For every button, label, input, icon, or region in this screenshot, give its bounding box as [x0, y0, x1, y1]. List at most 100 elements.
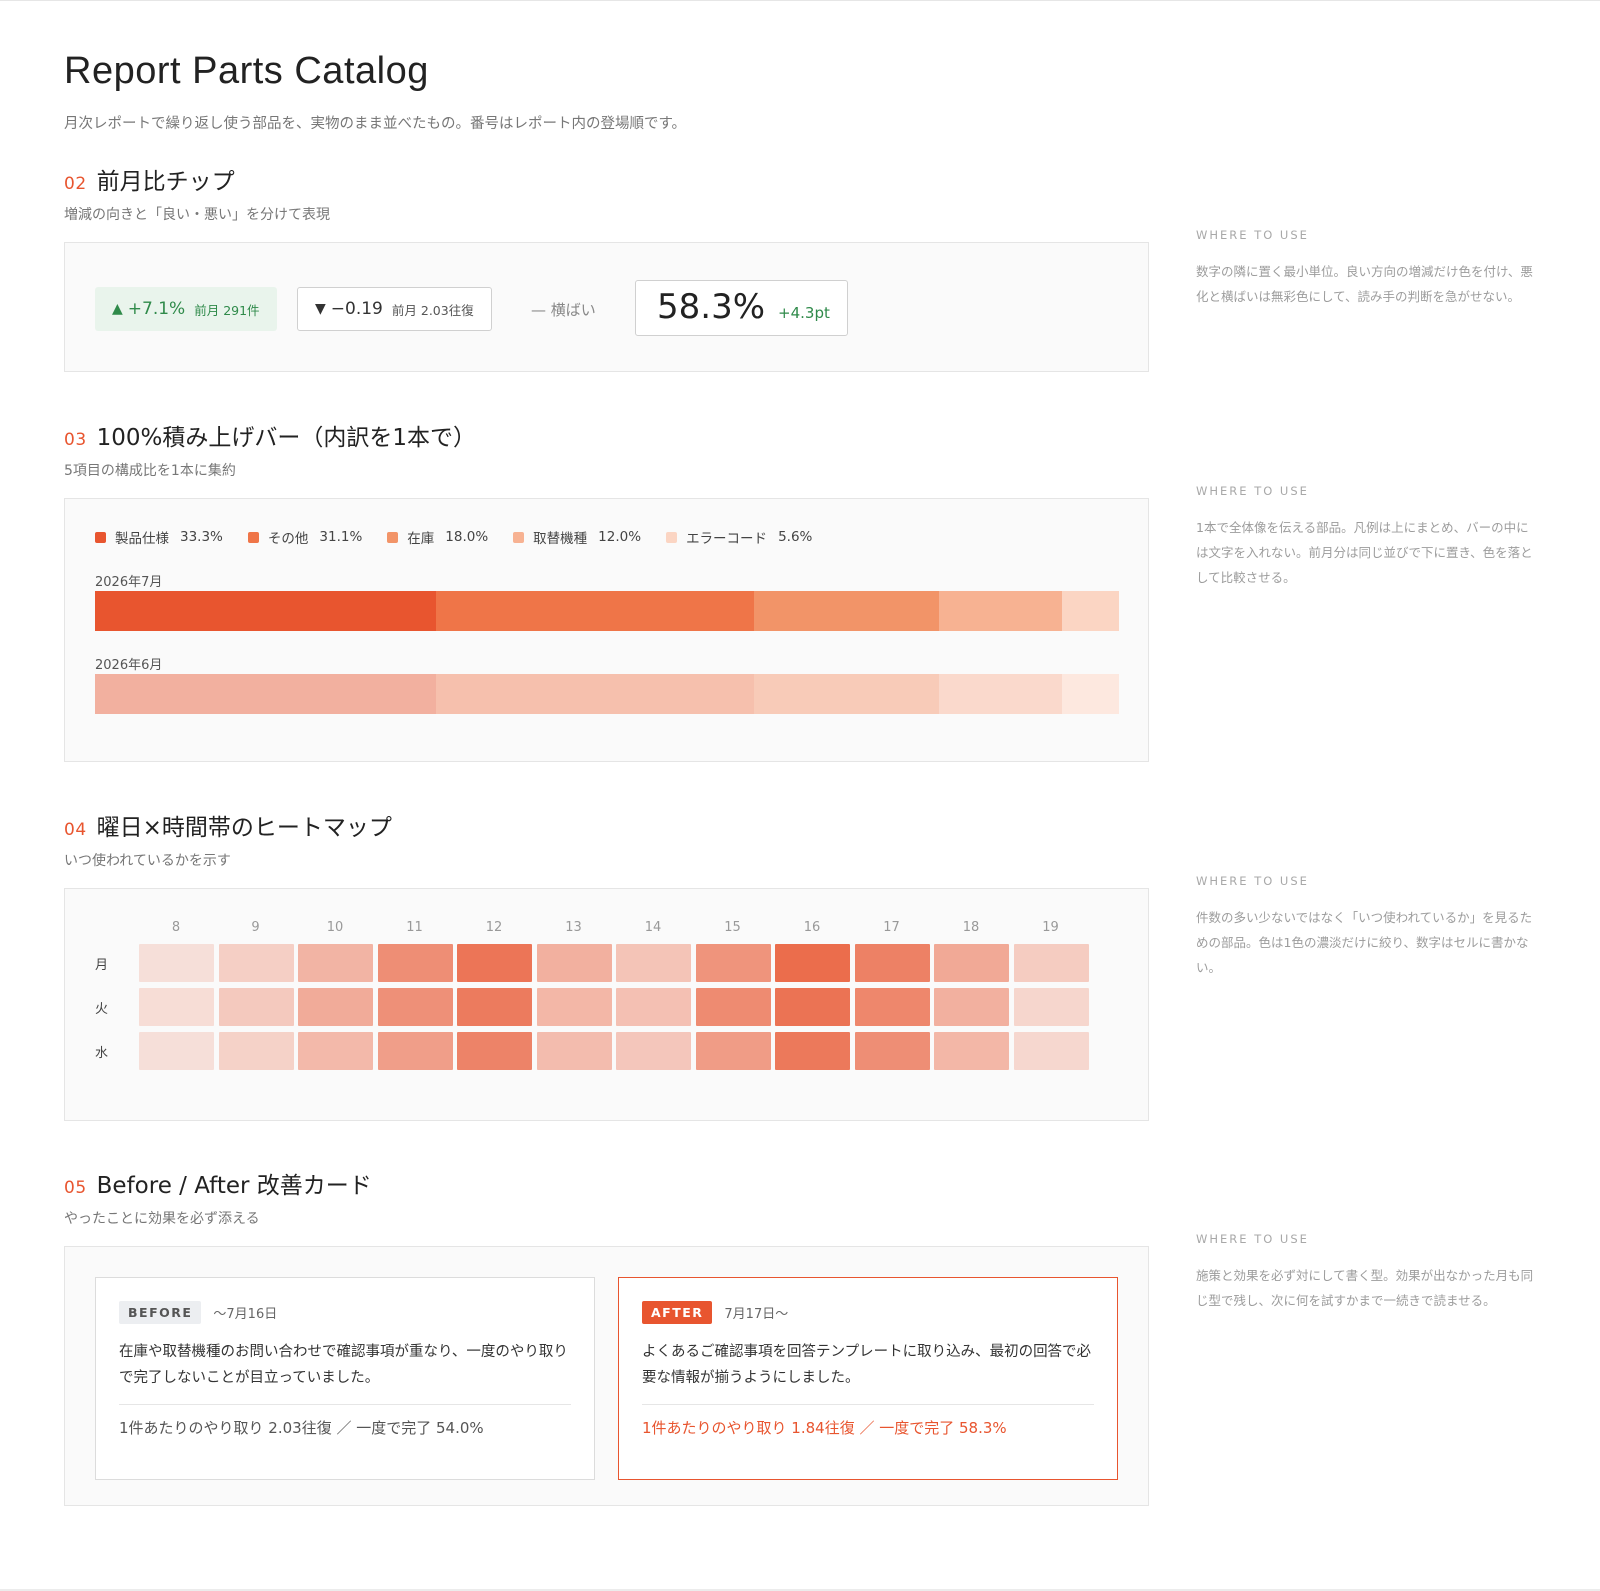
aside-text: 数字の隣に置く最小単位。良い方向の増減だけ色を付け、悪化と横ばいは無彩色にして、…: [1196, 264, 1533, 304]
heatmap-panel: 8 9 10 11 12 13 14 15 16 17 18 19 月火水: [64, 888, 1149, 1121]
bar-segment: [95, 674, 436, 714]
aside-text: 件数の多い少ないではなく「いつ使われているか」を見るための部品。色は1色の濃淡だ…: [1196, 910, 1533, 975]
after-badge: AFTER: [642, 1301, 713, 1324]
heatmap-cell: [854, 944, 930, 982]
legend-label: 製品仕様: [115, 531, 169, 547]
kpi-value: 58.3%: [657, 287, 766, 327]
heatmap-column-label: 14: [644, 920, 662, 935]
section-subtitle: 増減の向きと「良い・悪い」を分けて表現: [64, 207, 330, 223]
bar-segment: [95, 591, 436, 631]
bar-segment: [754, 674, 939, 714]
heatmap-cell: [775, 988, 850, 1026]
chip-decrease: ▼ −0.19 前月 2.03往復: [297, 287, 492, 331]
section-title: 曜日×時間帯のヒートマップ: [96, 815, 392, 841]
after-card: AFTER 7月17日〜 よくあるご確認事項を回答テンプレートに取り込み、最初の…: [618, 1277, 1118, 1480]
card-date: 〜7月16日: [213, 1307, 278, 1322]
where-to-use: WHERE TO USE 件数の多い少ないではなく「いつ使われているか」を見るた…: [1196, 874, 1536, 980]
heatmap-column-label: 19: [1042, 920, 1059, 935]
page-title: Report Parts Catalog: [64, 50, 429, 92]
section-header: 03 100%積み上げバー（内訳を1本で）: [64, 418, 477, 451]
section-header: 04 曜日×時間帯のヒートマップ: [64, 808, 392, 841]
section-number: 02: [64, 174, 87, 194]
arrow-up-icon: ▲: [112, 301, 123, 317]
legend-percent: 33.3%: [180, 529, 223, 545]
legend-item: 在庫 18.0%: [387, 527, 488, 547]
bar-segment: [938, 591, 1062, 631]
heatmap-cell: [695, 944, 771, 982]
chip-flat: — 横ばい: [531, 300, 596, 319]
heatmap-row-label: 月: [95, 958, 109, 973]
card-header: AFTER 7月17日〜: [642, 1301, 788, 1324]
heatmap-cell: [298, 944, 373, 982]
heatmap-cell: [218, 988, 294, 1026]
heatmap-cell: [377, 944, 453, 982]
section-header: 05 Before / After 改善カード: [64, 1166, 372, 1199]
legend-swatch: [95, 531, 106, 543]
heatmap-cell: [1013, 988, 1089, 1026]
heatmap-column-label: 15: [724, 920, 741, 935]
aside-text: 1本で全体像を伝える部品。凡例は上にまとめ、バーの中には文字を入れない。前月分は…: [1196, 520, 1533, 585]
section-number: 05: [64, 1178, 87, 1198]
chip-value: +7.1%: [127, 299, 186, 319]
page-subtitle: 月次レポートで繰り返し使う部品を、実物のまま並べたもの。番号はレポート内の登場順…: [64, 116, 687, 132]
legend-swatch: [666, 531, 678, 543]
bar-label: 2026年6月: [95, 658, 163, 673]
before-card: BEFORE 〜7月16日 在庫や取替機種のお問い合わせで確認事項が重なり、一度…: [95, 1277, 595, 1480]
heatmap-cell: [854, 1032, 930, 1070]
legend-percent: 5.6%: [778, 529, 813, 545]
where-to-use: WHERE TO USE 1本で全体像を伝える部品。凡例は上にまとめ、バーの中に…: [1196, 484, 1536, 590]
heatmap-cell: [616, 944, 691, 982]
card-body: よくあるご確認事項を回答テンプレートに取り込み、最初の回答で必要な情報が揃うよう…: [642, 1344, 1092, 1386]
stacked-bar-current: [95, 591, 1119, 631]
heatmap-cell: [457, 988, 532, 1026]
heatmap-cell: [775, 1032, 850, 1070]
section-title: 100%積み上げバー（内訳を1本で）: [96, 425, 477, 451]
bar-segment: [1061, 674, 1119, 714]
legend-label: その他: [267, 531, 309, 547]
heatmap-cell: [616, 1032, 691, 1070]
heatmap-column-label: 18: [962, 920, 980, 935]
section-title: Before / After 改善カード: [96, 1173, 372, 1199]
chip-note: 前月 291件: [194, 302, 260, 318]
bar-label: 2026年7月: [95, 575, 163, 590]
chart-legend: 製品仕様 33.3% その他 31.1% 在庫 18.0% 取替機種 12.0% エラーコード 5…: [95, 527, 837, 547]
heatmap-cell: [616, 988, 691, 1026]
bar-segment: [938, 674, 1062, 714]
section-subtitle: 5項目の構成比を1本に集約: [64, 463, 236, 479]
heatmap-cell: [934, 988, 1009, 1026]
heatmap-cell: [457, 944, 532, 982]
where-to-use: WHERE TO USE 数字の隣に置く最小単位。良い方向の増減だけ色を付け、悪…: [1196, 228, 1536, 309]
heatmap-column-label: 11: [406, 920, 423, 935]
legend-swatch: [247, 531, 259, 543]
heatmap-cell: [139, 1032, 214, 1070]
heatmap-row-label: 水: [95, 1046, 109, 1061]
legend-percent: 12.0%: [598, 529, 642, 545]
legend-label: 取替機種: [533, 531, 588, 547]
legend-swatch: [387, 531, 399, 543]
bar-segment: [1061, 591, 1119, 631]
heatmap-cell: [218, 1032, 294, 1070]
chips-panel: ▲ +7.1% 前月 291件 ▼ −0.19 前月 2.03往復 — 横ばい …: [64, 242, 1149, 372]
card-divider: [642, 1404, 1094, 1405]
heatmap-cell: [775, 944, 850, 982]
section-subtitle: いつ使われているかを示す: [64, 853, 231, 869]
aside-label: WHERE TO USE: [1196, 1232, 1309, 1246]
bar-segment: [435, 674, 755, 714]
legend-label: 在庫: [407, 531, 435, 547]
heatmap-cell: [218, 944, 294, 982]
where-to-use: WHERE TO USE 施策と効果を必ず対にして書く型。効果が出なかった月も同…: [1196, 1232, 1536, 1313]
heatmap-column-label: 13: [565, 920, 582, 935]
chip-increase: ▲ +7.1% 前月 291件: [95, 287, 277, 331]
legend-swatch: [513, 531, 525, 543]
kpi-chip: 58.3% +4.3pt: [635, 280, 848, 336]
card-metric: 1件あたりのやり取り 2.03往復 ／ 一度で完了 54.0%: [119, 1419, 484, 1437]
card-date: 7月17日〜: [724, 1307, 789, 1322]
heatmap-column-label: 10: [326, 920, 344, 935]
heatmap-cell: [139, 988, 214, 1026]
before-after-panel: BEFORE 〜7月16日 在庫や取替機種のお問い合わせで確認事項が重なり、一度…: [64, 1246, 1149, 1506]
legend-label: エラーコード: [686, 531, 768, 547]
stacked-bar-previous: [95, 674, 1119, 714]
section-header: 02 前月比チップ: [64, 162, 235, 195]
heatmap-column-label: 16: [803, 920, 821, 935]
heatmap-cell: [536, 1032, 612, 1070]
